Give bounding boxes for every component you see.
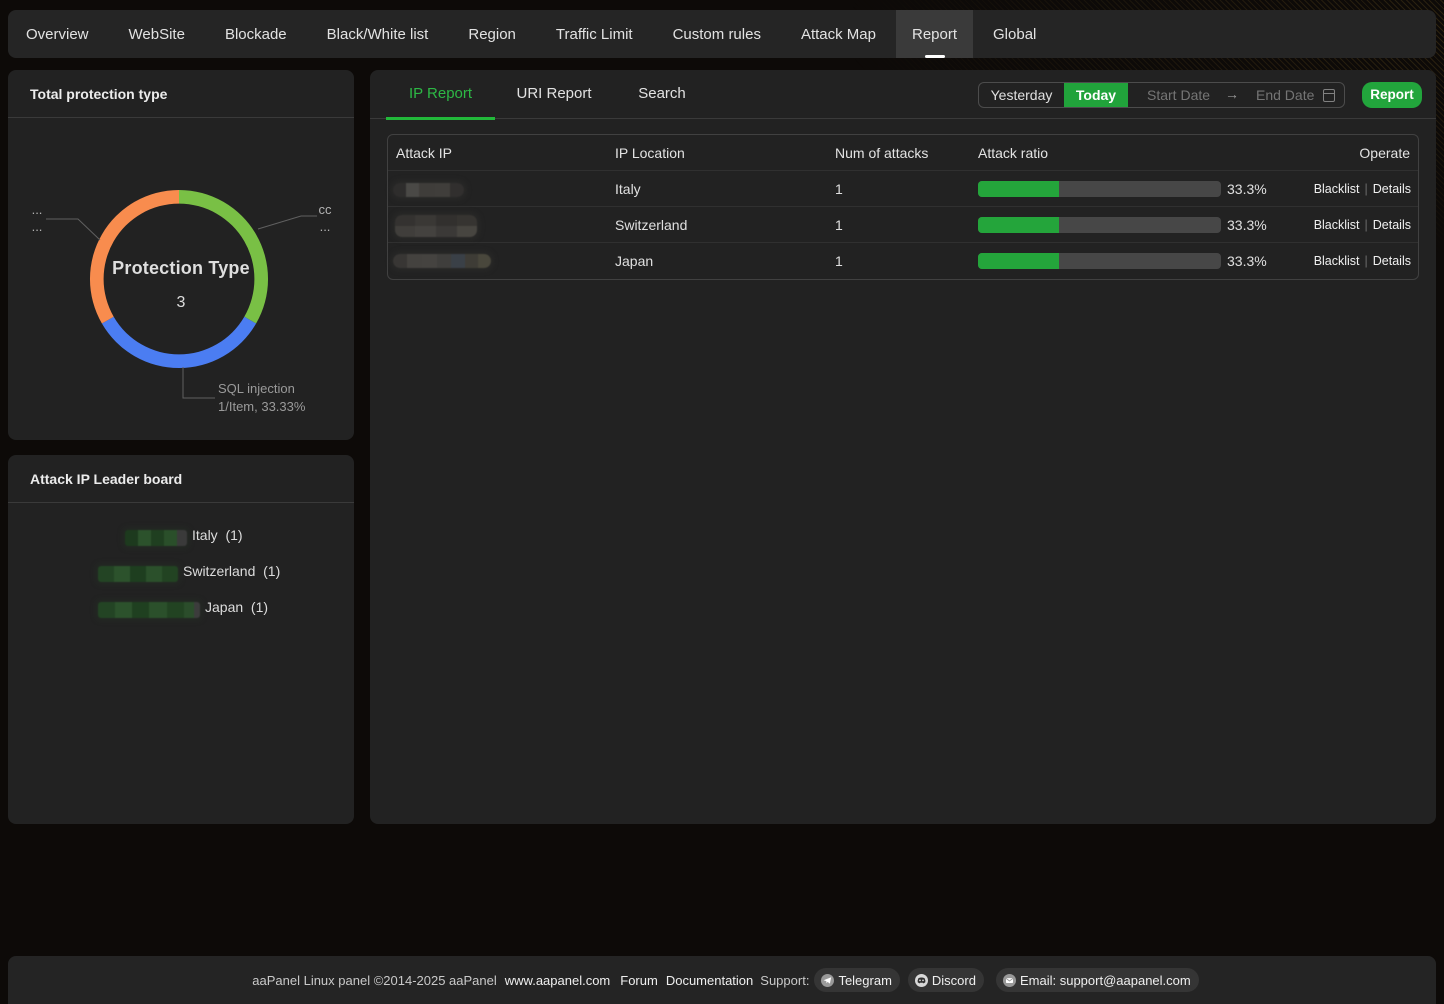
- svg-text:SQL injection: SQL injection: [218, 381, 295, 396]
- svg-text:1/Item, 33.33%: 1/Item, 33.33%: [218, 399, 306, 414]
- svg-text:...: ...: [320, 219, 331, 234]
- svg-text:cc: cc: [319, 202, 333, 217]
- svg-text:...: ...: [32, 219, 43, 234]
- svg-text:...: ...: [32, 202, 43, 217]
